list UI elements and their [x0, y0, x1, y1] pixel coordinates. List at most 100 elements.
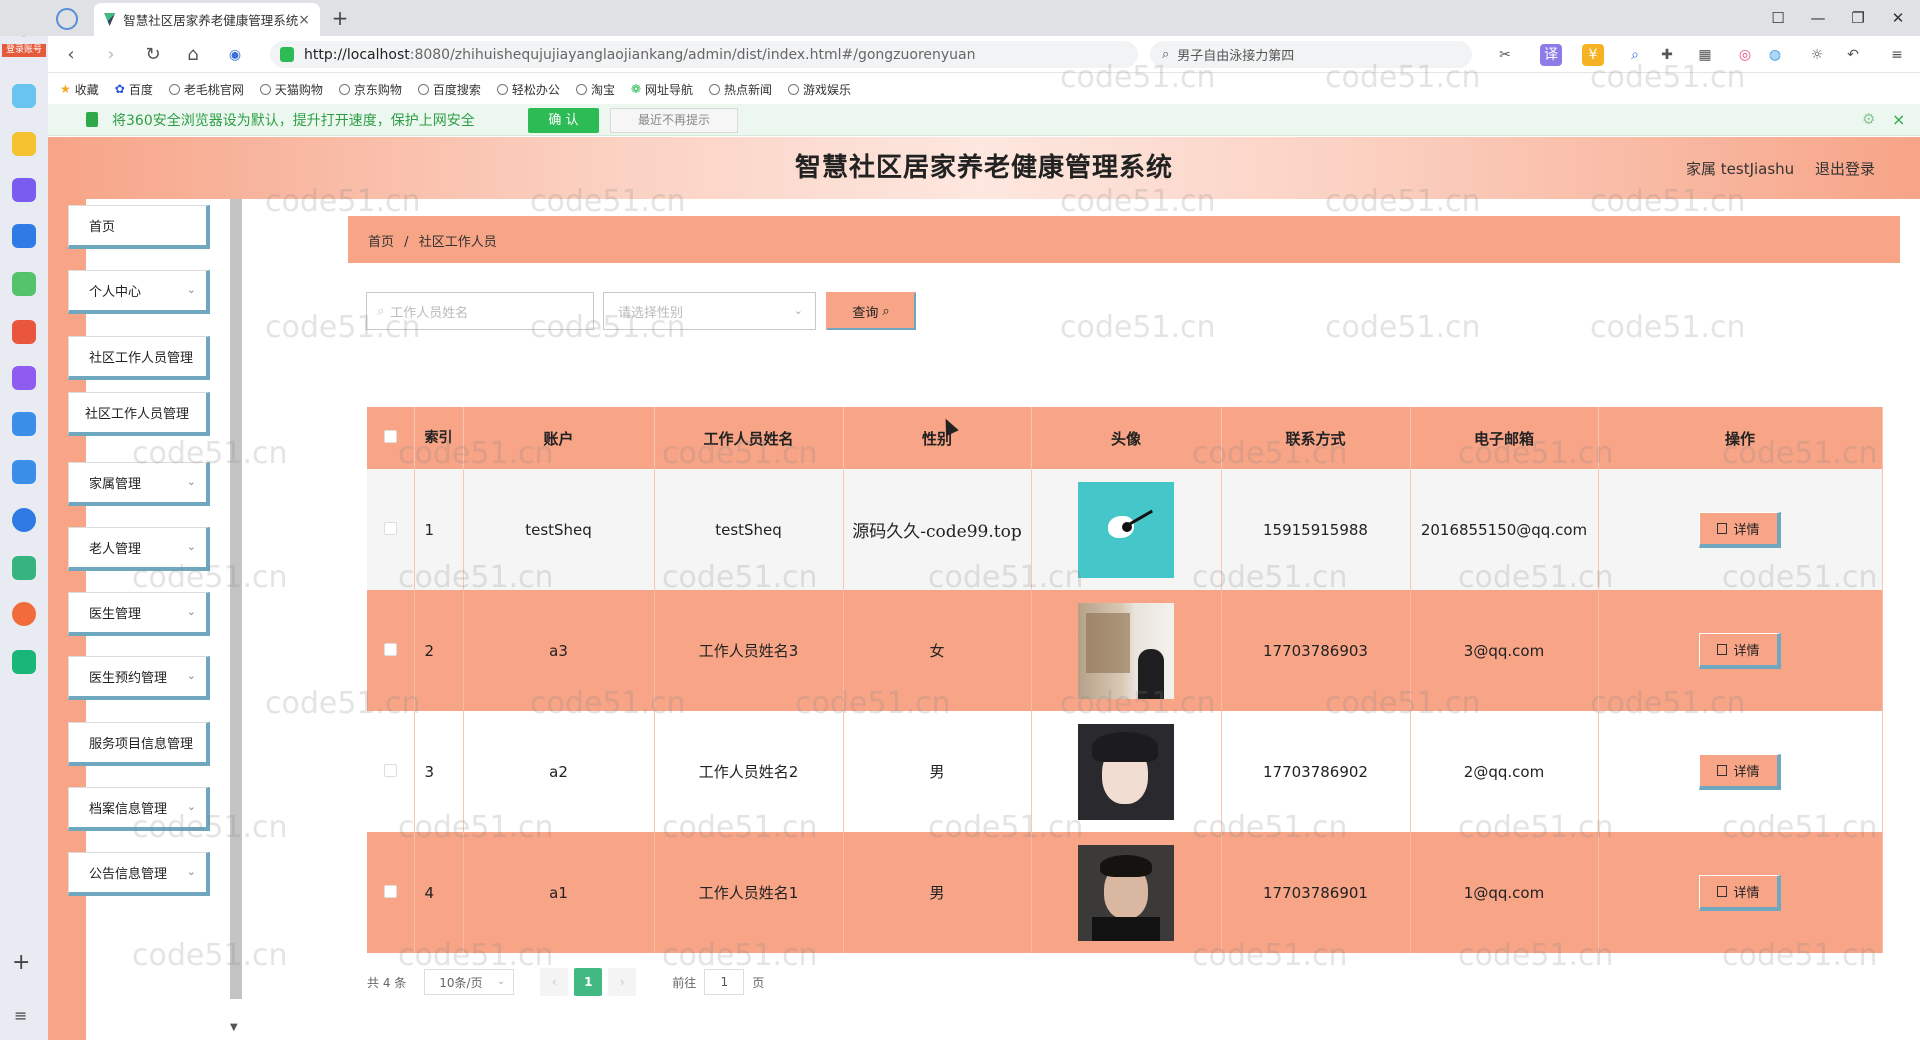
scroll-down-icon[interactable]: ▼	[230, 1022, 238, 1033]
header-email[interactable]: 电子邮箱	[1410, 407, 1599, 469]
menu-icon[interactable]: ≡	[14, 1006, 27, 1025]
sidebar-item-archive-management[interactable]: 档案信息管理 ⌄	[68, 787, 210, 831]
home-icon[interactable]: ⌂	[180, 42, 206, 68]
window-minimize-button[interactable]: —	[1803, 6, 1833, 30]
doc-icon[interactable]	[12, 460, 36, 484]
window-pin-button[interactable]: ☐	[1763, 6, 1793, 30]
bookmark-item[interactable]: ✿ 百度	[115, 81, 153, 98]
window-restore-button[interactable]: ❐	[1843, 6, 1873, 30]
new-tab-button[interactable]: +	[326, 4, 354, 32]
logout-link[interactable]: 退出登录	[1815, 158, 1875, 179]
notes-icon[interactable]	[12, 412, 36, 436]
current-user: 家属 testJiashu	[1686, 160, 1795, 178]
video-icon[interactable]	[12, 366, 36, 390]
sidebar-item-staff-management[interactable]: 社区工作人员管理	[68, 336, 210, 380]
detail-button[interactable]: 详情	[1699, 632, 1781, 669]
gender-select[interactable]: 请选择性别 ⌄	[603, 292, 816, 330]
ai-assistant-icon[interactable]	[12, 224, 36, 248]
ai-icon[interactable]	[12, 178, 36, 202]
tab-close-icon[interactable]: ×	[298, 12, 310, 28]
find-icon[interactable]: ⌕	[1624, 44, 1646, 66]
mail-icon[interactable]	[12, 650, 36, 674]
coupon-icon[interactable]: ¥	[1582, 44, 1604, 66]
row-checkbox[interactable]	[383, 763, 397, 777]
detail-button[interactable]: 详情	[1699, 874, 1781, 911]
sidebar-item-notice-management[interactable]: 公告信息管理 ⌄	[68, 852, 210, 896]
breadcrumb-home[interactable]: 首页	[368, 235, 394, 250]
cell-index: 2	[414, 590, 464, 711]
security-confirm-button[interactable]: 确 认	[528, 108, 599, 133]
row-checkbox[interactable]	[383, 521, 397, 535]
navigate-icon[interactable]	[56, 8, 78, 30]
close-icon[interactable]: ×	[1892, 110, 1905, 129]
detail-button[interactable]: 详情	[1699, 753, 1781, 790]
sidebar-item-personal-center[interactable]: 个人中心 ⌄	[68, 270, 210, 314]
mindmap-icon[interactable]	[12, 556, 36, 580]
header-gender[interactable]: 性别	[843, 407, 1032, 469]
url-field[interactable]: http://localhost :8080/zhihuishequjujiay…	[270, 41, 1138, 68]
login-badge[interactable]: 登录账号	[2, 44, 46, 57]
reload-icon[interactable]: ↻	[140, 42, 166, 68]
row-checkbox[interactable]	[383, 642, 397, 656]
color-icon[interactable]: ◎	[1734, 44, 1756, 66]
header-index: 索引	[414, 407, 464, 469]
bookmark-item[interactable]: ❁ 网址导航	[631, 81, 693, 98]
security-no-remind-button[interactable]: 最近不再提示	[610, 108, 738, 133]
bookmark-item[interactable]: 淘宝	[575, 81, 615, 98]
bookmark-item[interactable]: 热点新闻	[709, 81, 772, 98]
bookmark-item[interactable]: 游戏娱乐	[788, 81, 851, 98]
sidebar-item-family-management[interactable]: 家属管理 ⌄	[68, 462, 210, 506]
sidebar-subitem-staff-management[interactable]: 社区工作人员管理	[68, 392, 210, 436]
undo-icon[interactable]: ↶	[1842, 44, 1864, 66]
translate-icon[interactable]	[12, 508, 36, 532]
bookmark-item[interactable]: 百度搜索	[417, 81, 481, 98]
query-button[interactable]: 查询 ⌕	[826, 292, 916, 330]
forward-icon[interactable]: ›	[98, 42, 124, 68]
back-icon[interactable]: ‹	[58, 42, 84, 68]
extensions-icon[interactable]: ✚	[1656, 44, 1678, 66]
bookmark-item[interactable]: 京东购物	[338, 81, 402, 98]
search-icon: ⌕	[882, 303, 890, 319]
page-size-select[interactable]: 10条/页 ⌄	[424, 969, 515, 995]
pagination: 共 4 条 10条/页 ⌄ ‹ 1 › 前往 1 页	[367, 968, 764, 996]
row-checkbox[interactable]	[383, 884, 397, 898]
document-icon	[1717, 764, 1728, 776]
refresh-circle-icon[interactable]: ◍	[1764, 44, 1786, 66]
favorites-icon[interactable]	[12, 132, 36, 156]
sidebar-item-service-management[interactable]: 服务项目信息管理	[68, 722, 210, 766]
header-phone[interactable]: 联系方式	[1221, 407, 1411, 469]
sidebar-item-elder-management[interactable]: 老人管理 ⌄	[68, 527, 210, 571]
app-icon[interactable]	[12, 84, 36, 108]
page-number-button[interactable]: 1	[574, 968, 603, 996]
bookmark-favorites[interactable]: ★ 收藏	[60, 81, 99, 98]
window-close-button[interactable]: ✕	[1883, 6, 1913, 30]
image-icon[interactable]	[12, 272, 36, 296]
sidebar-scrollbar[interactable]	[230, 199, 242, 999]
ai-search-icon[interactable]: ◉	[222, 42, 248, 68]
bookmark-item[interactable]: 老毛桃官网	[168, 81, 244, 98]
detail-button[interactable]: 详情	[1699, 511, 1781, 548]
gear-icon[interactable]: ⚙	[1862, 110, 1875, 128]
header-account[interactable]: 账户	[463, 407, 655, 469]
sidebar-item-appointment-management[interactable]: 医生预约管理 ⌄	[68, 656, 210, 700]
scissors-icon[interactable]: ✂	[1494, 44, 1516, 66]
sidebar-item-home[interactable]: 首页	[68, 205, 210, 249]
apps-grid-icon[interactable]: ▦	[1694, 44, 1716, 66]
bookmark-item[interactable]: 轻松办公	[496, 81, 560, 98]
staff-name-search-input[interactable]: ⌕ 工作人员姓名	[366, 292, 594, 330]
prev-page-button[interactable]: ‹	[540, 968, 569, 996]
header-staff-name[interactable]: 工作人员姓名	[654, 407, 844, 469]
select-all-checkbox[interactable]	[383, 430, 397, 443]
sidebar-item-doctor-management[interactable]: 医生管理 ⌄	[68, 592, 210, 636]
weibo-icon[interactable]	[12, 602, 36, 626]
bookmark-item[interactable]: 天猫购物	[259, 81, 323, 98]
pdf-icon[interactable]	[12, 320, 36, 344]
browser-tab[interactable]: 智慧社区居家养老健康管理系统 ×	[94, 3, 320, 36]
next-page-button[interactable]: ›	[608, 968, 637, 996]
browser-menu-icon[interactable]: ≡	[1886, 44, 1908, 66]
add-icon[interactable]: +	[12, 950, 30, 975]
goto-page-input[interactable]: 1	[704, 969, 745, 995]
brightness-icon[interactable]: ☼	[1806, 44, 1828, 66]
browser-search-field[interactable]: ⌕ 男子自由泳接力第四	[1150, 41, 1472, 68]
translate-toolbar-icon[interactable]: 译	[1540, 44, 1562, 66]
